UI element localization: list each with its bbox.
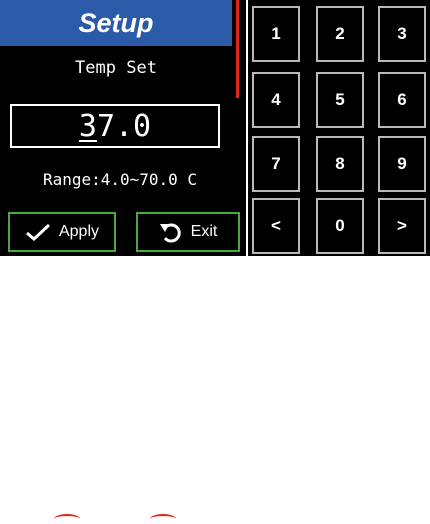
value-cursor-digit: 3 [78, 108, 97, 144]
exit-button-label: Exit [190, 223, 218, 240]
checkmark-icon [26, 223, 51, 241]
temperature-value-field[interactable]: 3 7.0 [10, 104, 220, 148]
apply-button-label: Apply [58, 223, 100, 240]
apply-button[interactable]: Apply [8, 212, 116, 252]
key-2[interactable]: 2 [316, 6, 364, 62]
range-text: Range:4.0~70.0 C [42, 170, 198, 189]
field-label: Temp Set [75, 58, 157, 78]
key-9[interactable]: 9 [378, 136, 426, 192]
key-1[interactable]: 1 [252, 6, 300, 62]
red-mark-right [150, 514, 176, 524]
key-5[interactable]: 5 [316, 72, 364, 128]
page-title: Setup [0, 0, 232, 46]
setup-panel: Setup Temp Set 3 7.0 Range:4.0~70.0 C App… [0, 0, 246, 256]
red-mark-left [54, 514, 80, 524]
key-7[interactable]: 7 [252, 136, 300, 192]
key-4[interactable]: 4 [252, 72, 300, 128]
bottom-strip [0, 256, 430, 516]
numeric-keypad: 1 2 3 4 5 6 7 8 9 < 0 > [248, 0, 430, 256]
value-rest: 7.0 [96, 108, 152, 144]
key-forward[interactable]: > [378, 198, 426, 254]
accent-line [236, 0, 239, 98]
key-6[interactable]: 6 [378, 72, 426, 128]
key-backspace[interactable]: < [252, 198, 300, 254]
exit-button[interactable]: Exit [136, 212, 240, 252]
key-8[interactable]: 8 [316, 136, 364, 192]
key-0[interactable]: 0 [316, 198, 364, 254]
key-3[interactable]: 3 [378, 6, 426, 62]
undo-arrow-icon [159, 223, 181, 243]
